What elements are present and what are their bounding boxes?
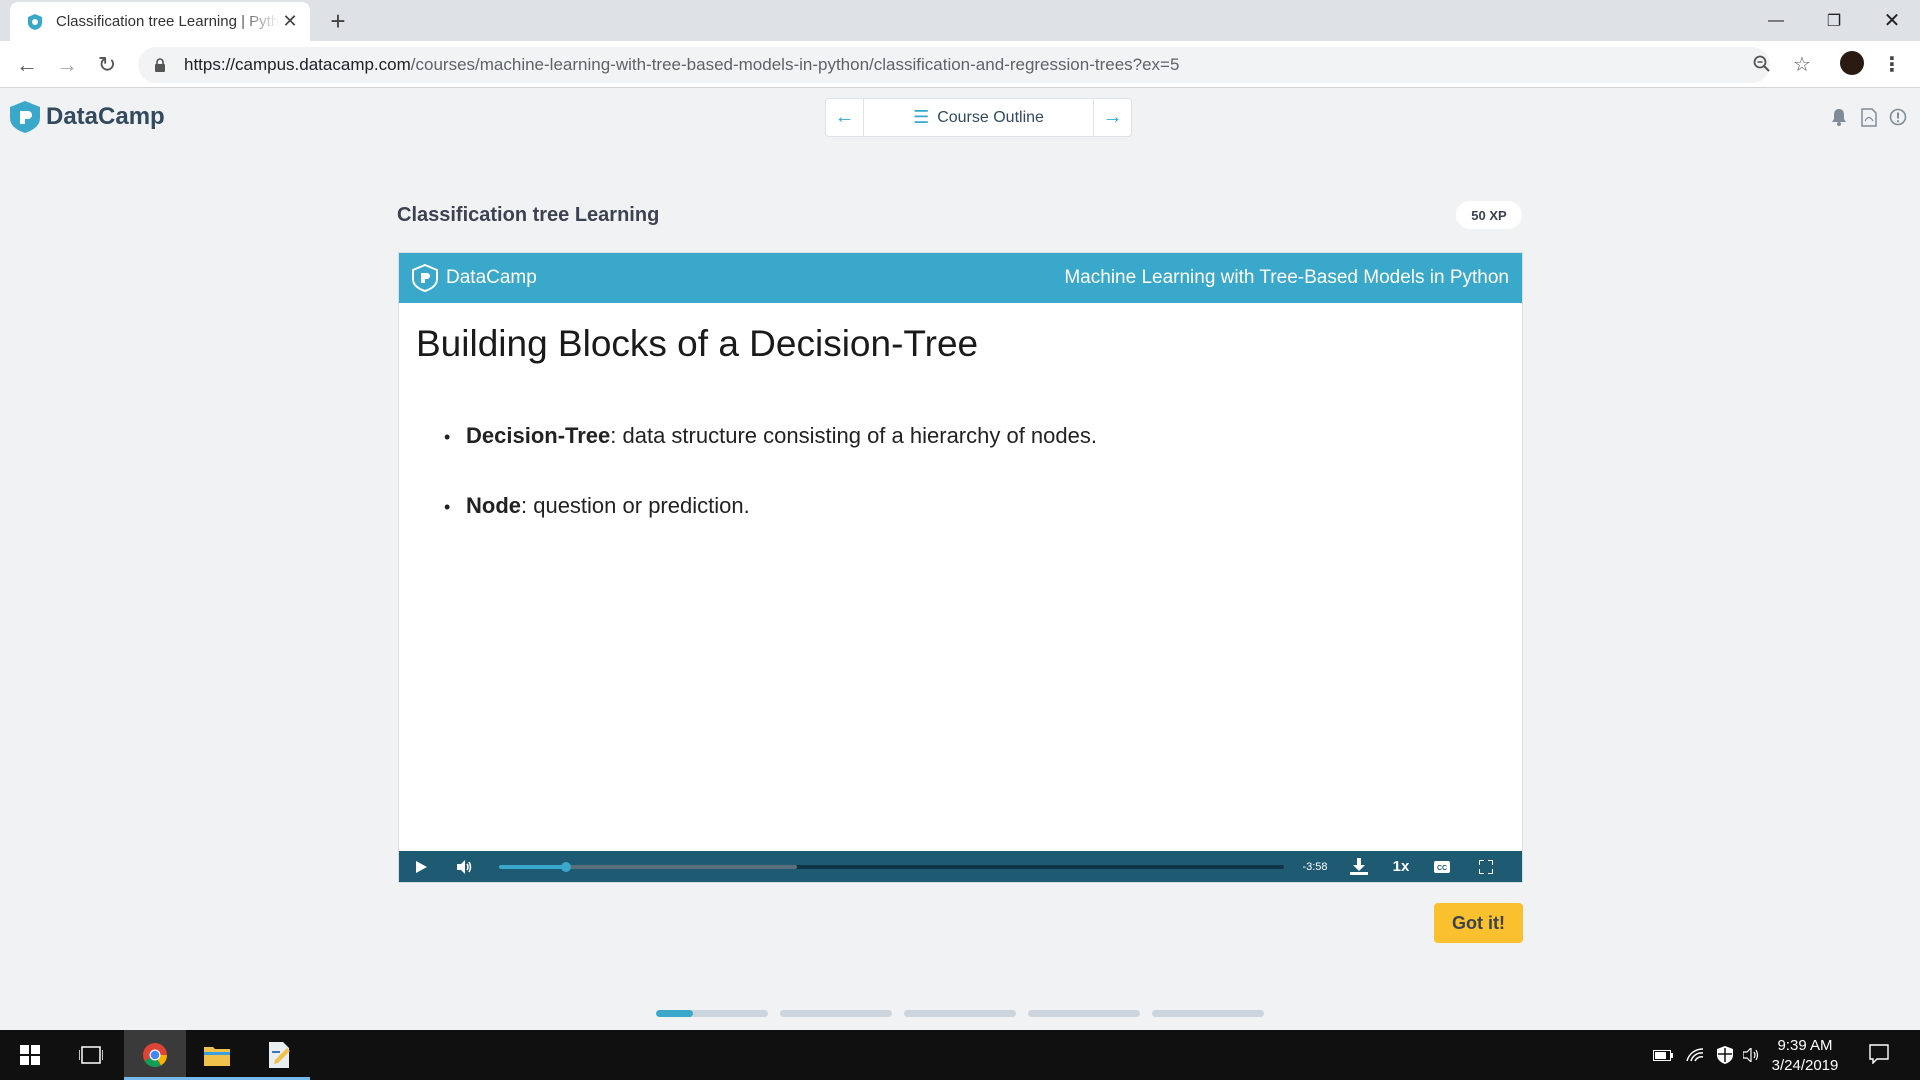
previous-exercise-arrow-icon[interactable]: ← xyxy=(826,99,863,136)
url-path: /courses/machine-learning-with-tree-base… xyxy=(410,55,1180,74)
slide-course-name: Machine Learning with Tree-Based Models … xyxy=(1064,267,1509,288)
bookmark-star-icon[interactable]: ☆ xyxy=(1789,51,1815,77)
zoom-icon[interactable] xyxy=(1749,51,1775,77)
info-report-icon[interactable] xyxy=(1887,106,1909,128)
clock-date: 3/24/2019 xyxy=(1771,1057,1839,1074)
course-outline-button[interactable]: ☰ Course Outline xyxy=(863,99,1094,136)
list-item: • Decision-Tree: data structure consistin… xyxy=(444,423,1097,448)
battery-icon[interactable] xyxy=(1652,1045,1674,1065)
captions-icon[interactable]: CC xyxy=(1425,851,1459,882)
datacamp-shield-icon xyxy=(412,264,438,292)
minimize-icon[interactable]: — xyxy=(1747,0,1805,41)
close-icon[interactable]: ✕ xyxy=(280,11,300,32)
video-player[interactable]: DataCamp Machine Learning with Tree-Base… xyxy=(398,252,1523,883)
seek-bar[interactable] xyxy=(499,862,1284,872)
played-bar xyxy=(499,865,566,869)
tab-title: Classification tree Learning | Python xyxy=(56,13,280,30)
bullet-term: Node xyxy=(466,493,521,518)
pdf-slides-icon[interactable] xyxy=(1858,106,1880,128)
time-remaining: -3:58 xyxy=(1302,860,1328,873)
bullet-text: : data structure consisting of a hierarc… xyxy=(610,423,1097,448)
menu-icon: ☰ xyxy=(913,107,930,127)
seek-handle[interactable] xyxy=(560,862,571,872)
browser-tab[interactable]: Classification tree Learning | Python ✕ xyxy=(10,2,310,41)
bell-icon[interactable] xyxy=(1828,106,1850,128)
player-controls: -3:58 1x CC xyxy=(399,851,1522,882)
got-it-button[interactable]: Got it! xyxy=(1434,903,1523,943)
svg-text:CC: CC xyxy=(1437,865,1447,872)
datacamp-shield-icon xyxy=(10,101,40,133)
windows-start-icon[interactable] xyxy=(0,1030,60,1080)
reload-icon[interactable]: ↻ xyxy=(91,49,123,81)
clock-time: 9:39 AM xyxy=(1777,1037,1833,1054)
datacamp-favicon-icon xyxy=(26,13,44,31)
volume-icon[interactable] xyxy=(451,851,479,882)
slide-brand: DataCamp xyxy=(446,267,537,288)
exercise-progress xyxy=(656,1010,1264,1017)
restore-icon[interactable]: ❐ xyxy=(1805,0,1863,41)
progress-segment-fill xyxy=(656,1010,693,1017)
browser-toolbar: ← → ↻ https://campus.datacamp.com/course… xyxy=(0,41,1920,88)
wifi-icon[interactable] xyxy=(1684,1045,1706,1065)
slide-header: DataCamp Machine Learning with Tree-Base… xyxy=(399,253,1522,303)
security-shield-icon[interactable] xyxy=(1714,1045,1736,1065)
xp-badge: 50 XP xyxy=(1456,201,1522,229)
chrome-taskbar-icon[interactable] xyxy=(124,1030,186,1080)
avatar[interactable] xyxy=(1840,51,1864,75)
list-item: • Node: question or prediction. xyxy=(444,493,750,518)
slide-bullets: • Decision-Tree: data structure consistin… xyxy=(444,423,1097,563)
close-window-icon[interactable]: ✕ xyxy=(1863,0,1920,41)
progress-segment[interactable] xyxy=(1028,1010,1140,1017)
new-tab-button[interactable]: + xyxy=(323,6,353,36)
progress-segment[interactable] xyxy=(904,1010,1016,1017)
course-outline-label: Course Outline xyxy=(937,108,1044,126)
playback-speed-button[interactable]: 1x xyxy=(1383,851,1419,882)
next-exercise-arrow-icon[interactable]: → xyxy=(1094,99,1131,136)
bullet-text: : question or prediction. xyxy=(521,493,750,518)
system-clock[interactable]: 9:39 AM 3/24/2019 xyxy=(1760,1036,1850,1076)
progress-segment[interactable] xyxy=(656,1010,768,1017)
datacamp-logo[interactable]: DataCamp xyxy=(10,101,165,133)
file-explorer-icon[interactable] xyxy=(186,1030,248,1080)
download-icon[interactable] xyxy=(1341,851,1377,882)
progress-segment[interactable] xyxy=(1152,1010,1264,1017)
chrome-menu-icon[interactable]: ⋮ xyxy=(1882,52,1902,76)
forward-arrow-icon[interactable]: → xyxy=(51,49,83,81)
address-bar[interactable]: https://campus.datacamp.com/courses/mach… xyxy=(138,47,1770,83)
notifications-icon[interactable] xyxy=(1868,1044,1890,1064)
editor-app-icon[interactable] xyxy=(248,1030,310,1080)
lock-icon xyxy=(154,57,170,73)
back-arrow-icon[interactable]: ← xyxy=(11,49,43,81)
windows-taskbar: 9:39 AM 3/24/2019 xyxy=(0,1030,1920,1080)
exercise-title: Classification tree Learning xyxy=(397,204,660,226)
course-navigation: ← ☰ Course Outline → xyxy=(825,98,1132,137)
url-text: https://campus.datacamp.com/courses/mach… xyxy=(184,55,1179,75)
slide-heading: Building Blocks of a Decision-Tree xyxy=(416,323,979,364)
browser-tab-strip: Classification tree Learning | Python ✕ … xyxy=(0,0,1920,41)
progress-segment[interactable] xyxy=(780,1010,892,1017)
task-view-icon[interactable] xyxy=(60,1030,122,1080)
bullet-term: Decision-Tree xyxy=(466,423,611,448)
url-host: https://campus.datacamp.com xyxy=(184,55,411,74)
brand-name: DataCamp xyxy=(46,103,165,130)
fullscreen-icon[interactable] xyxy=(1467,851,1505,882)
play-icon[interactable] xyxy=(407,851,435,882)
